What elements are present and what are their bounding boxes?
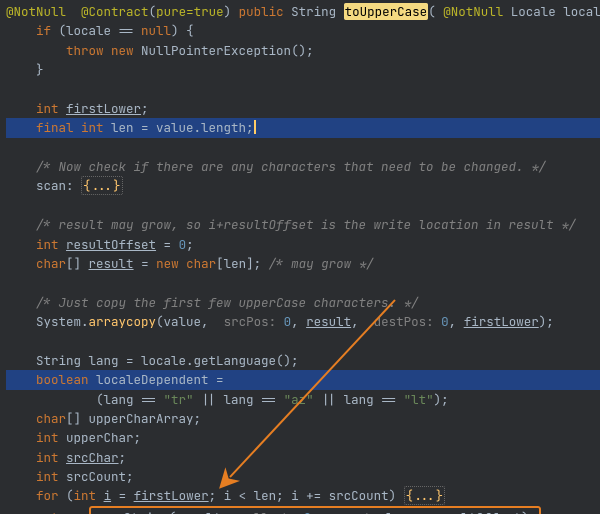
annotation-notnull: @NotNull	[6, 3, 66, 20]
current-line: final int len = value.length;	[6, 118, 600, 137]
code-editor[interactable]: @NotNull @Contract(pure=true) public Str…	[0, 0, 600, 514]
var-srcChar: srcChar	[66, 449, 119, 466]
var-firstLower: firstLower	[66, 100, 141, 117]
method-name-highlight: toUpperCase	[344, 3, 429, 20]
var-result: result	[89, 255, 134, 272]
var-resultOffset: resultOffset	[66, 236, 156, 253]
code-fold[interactable]: {...}	[404, 486, 446, 505]
caret-icon	[254, 120, 256, 134]
annotation-contract: @Contract	[81, 3, 149, 20]
code-fold[interactable]: {...}	[81, 176, 123, 195]
highlighted-return: new String(result, offset: 0, count: len…	[89, 506, 542, 514]
